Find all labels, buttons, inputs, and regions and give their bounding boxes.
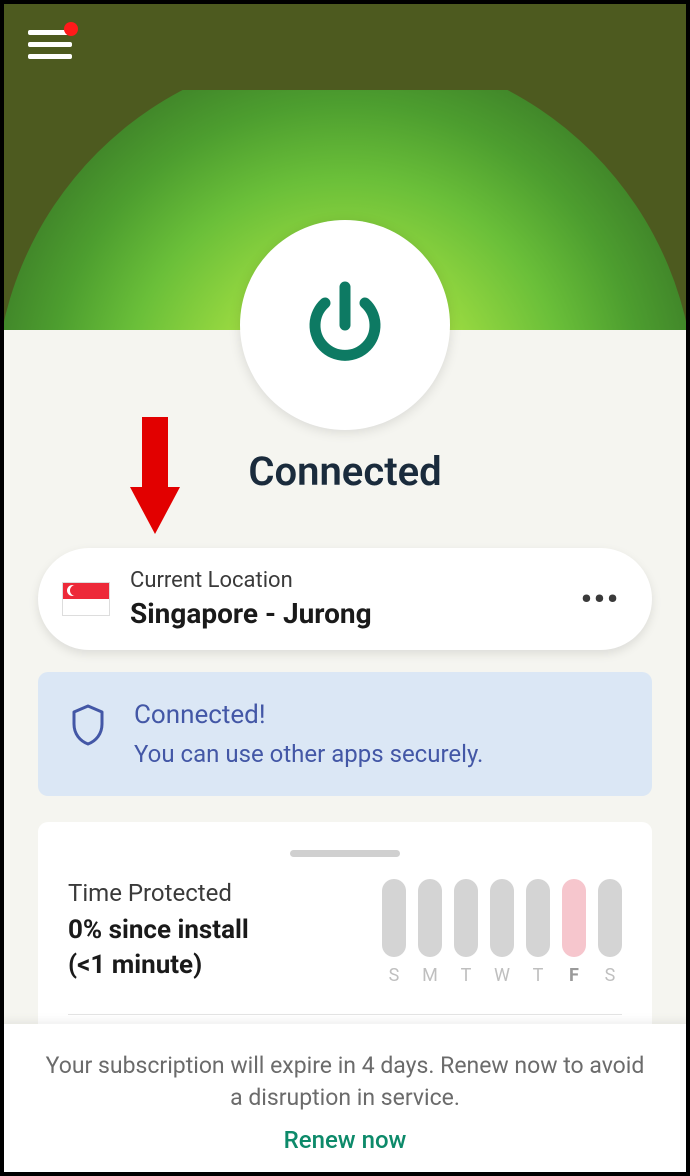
stats-value: 0% since install (<1 minute) [68, 913, 382, 983]
weekday-bars: SMTWTFS [382, 879, 622, 986]
app-header [0, 0, 690, 90]
location-label: Current Location [130, 568, 581, 593]
info-subtitle: You can use other apps securely. [134, 740, 483, 768]
stats-card[interactable]: Time Protected 0% since install (<1 minu… [38, 822, 652, 1055]
power-toggle-button[interactable] [240, 220, 450, 430]
menu-button[interactable] [28, 30, 72, 62]
day-bar: W [490, 879, 514, 986]
subscription-message: Your subscription will expire in 4 days.… [40, 1050, 650, 1114]
flag-singapore-icon [62, 582, 110, 616]
day-bar: S [382, 879, 406, 986]
renew-link[interactable]: Renew now [40, 1126, 650, 1154]
location-value: Singapore - Jurong [130, 597, 581, 630]
power-icon [295, 275, 395, 375]
day-bar: M [418, 879, 442, 986]
connection-status: Connected [0, 448, 690, 495]
notification-dot-icon [64, 22, 78, 36]
info-title: Connected! [134, 700, 483, 730]
drag-handle[interactable] [290, 850, 400, 857]
stats-label: Time Protected [68, 879, 382, 907]
day-bar: T [526, 879, 550, 986]
day-bar: F [562, 879, 586, 986]
location-selector[interactable]: Current Location Singapore - Jurong ••• [38, 548, 652, 650]
shield-icon [70, 704, 106, 746]
day-bar: S [598, 879, 622, 986]
day-bar: T [454, 879, 478, 986]
subscription-banner: Your subscription will expire in 4 days.… [0, 1024, 690, 1176]
annotation-arrow-icon [120, 412, 190, 542]
status-info-card: Connected! You can use other apps secure… [38, 672, 652, 796]
more-options-icon[interactable]: ••• [581, 582, 620, 617]
